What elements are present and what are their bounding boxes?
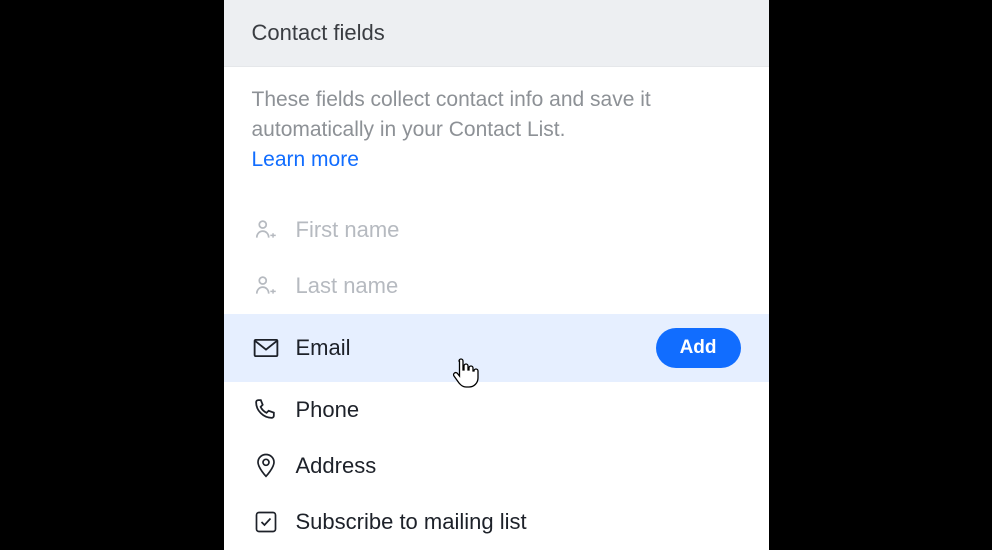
person-text-icon bbox=[252, 216, 280, 244]
envelope-icon bbox=[252, 334, 280, 362]
fields-list: First name Last name Email Add bbox=[224, 174, 769, 550]
field-item-address[interactable]: Address bbox=[224, 438, 769, 494]
field-item-subscribe[interactable]: Subscribe to mailing list bbox=[224, 494, 769, 550]
field-item-email[interactable]: Email Add bbox=[224, 314, 769, 382]
learn-more-link[interactable]: Learn more bbox=[252, 148, 359, 172]
field-item-first-name[interactable]: First name bbox=[224, 202, 769, 258]
field-label: Address bbox=[296, 453, 741, 479]
panel-title: Contact fields bbox=[252, 20, 741, 46]
checkbox-icon bbox=[252, 508, 280, 536]
field-label: First name bbox=[296, 217, 741, 243]
field-item-phone[interactable]: Phone bbox=[224, 382, 769, 438]
panel-description: These fields collect contact info and sa… bbox=[224, 67, 769, 174]
add-button[interactable]: Add bbox=[656, 328, 741, 368]
field-item-last-name[interactable]: Last name bbox=[224, 258, 769, 314]
location-pin-icon bbox=[252, 452, 280, 480]
field-label: Last name bbox=[296, 273, 741, 299]
field-label: Email bbox=[296, 335, 656, 361]
phone-icon bbox=[252, 396, 280, 424]
person-text-icon bbox=[252, 272, 280, 300]
panel-header: Contact fields bbox=[224, 0, 769, 67]
field-label: Phone bbox=[296, 397, 741, 423]
field-label: Subscribe to mailing list bbox=[296, 509, 741, 535]
description-text: These fields collect contact info and sa… bbox=[252, 88, 651, 141]
contact-fields-panel: Contact fields These fields collect cont… bbox=[224, 0, 769, 550]
